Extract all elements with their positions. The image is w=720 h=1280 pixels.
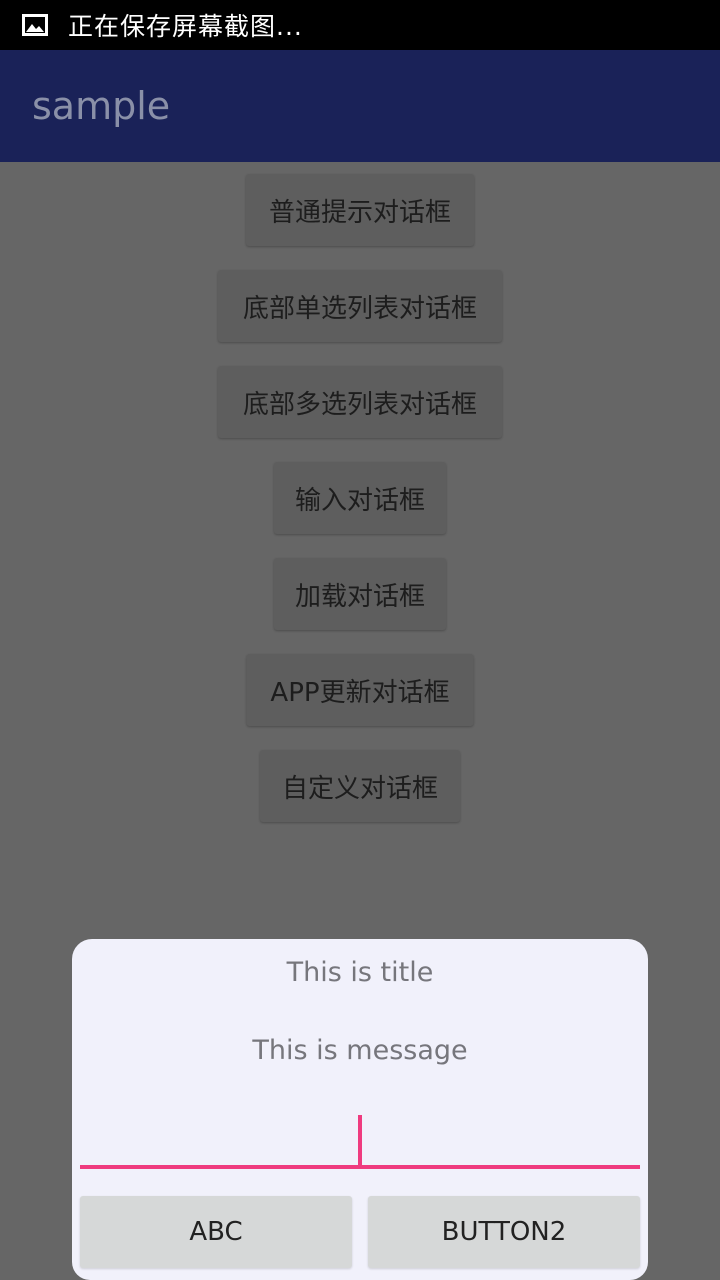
input-dialog-button[interactable]: 输入对话框	[274, 462, 446, 534]
status-bar: 正在保存屏幕截图...	[0, 0, 720, 50]
bottom-multi-choice-dialog-button[interactable]: 底部多选列表对话框	[218, 366, 502, 438]
image-icon	[22, 14, 48, 36]
app-bar: sample	[0, 50, 720, 162]
dialog-input-field[interactable]	[80, 1105, 640, 1169]
status-notification-text: 正在保存屏幕截图...	[68, 12, 303, 41]
custom-dialog-button[interactable]: 自定义对话框	[260, 750, 460, 822]
app-title: sample	[32, 84, 171, 128]
bottom-single-choice-dialog-button[interactable]: 底部单选列表对话框	[218, 270, 502, 342]
dialog-message: This is message	[252, 1035, 468, 1066]
app-update-dialog-button[interactable]: APP更新对话框	[246, 654, 474, 726]
abc-button[interactable]: ABC	[80, 1196, 352, 1268]
text-cursor	[358, 1115, 362, 1165]
input-dialog: This is title This is message ABC BUTTON…	[72, 939, 648, 1280]
normal-dialog-button[interactable]: 普通提示对话框	[246, 174, 474, 246]
loading-dialog-button[interactable]: 加载对话框	[274, 558, 446, 630]
dialog-title: This is title	[286, 957, 434, 988]
button2-button[interactable]: BUTTON2	[368, 1196, 640, 1268]
